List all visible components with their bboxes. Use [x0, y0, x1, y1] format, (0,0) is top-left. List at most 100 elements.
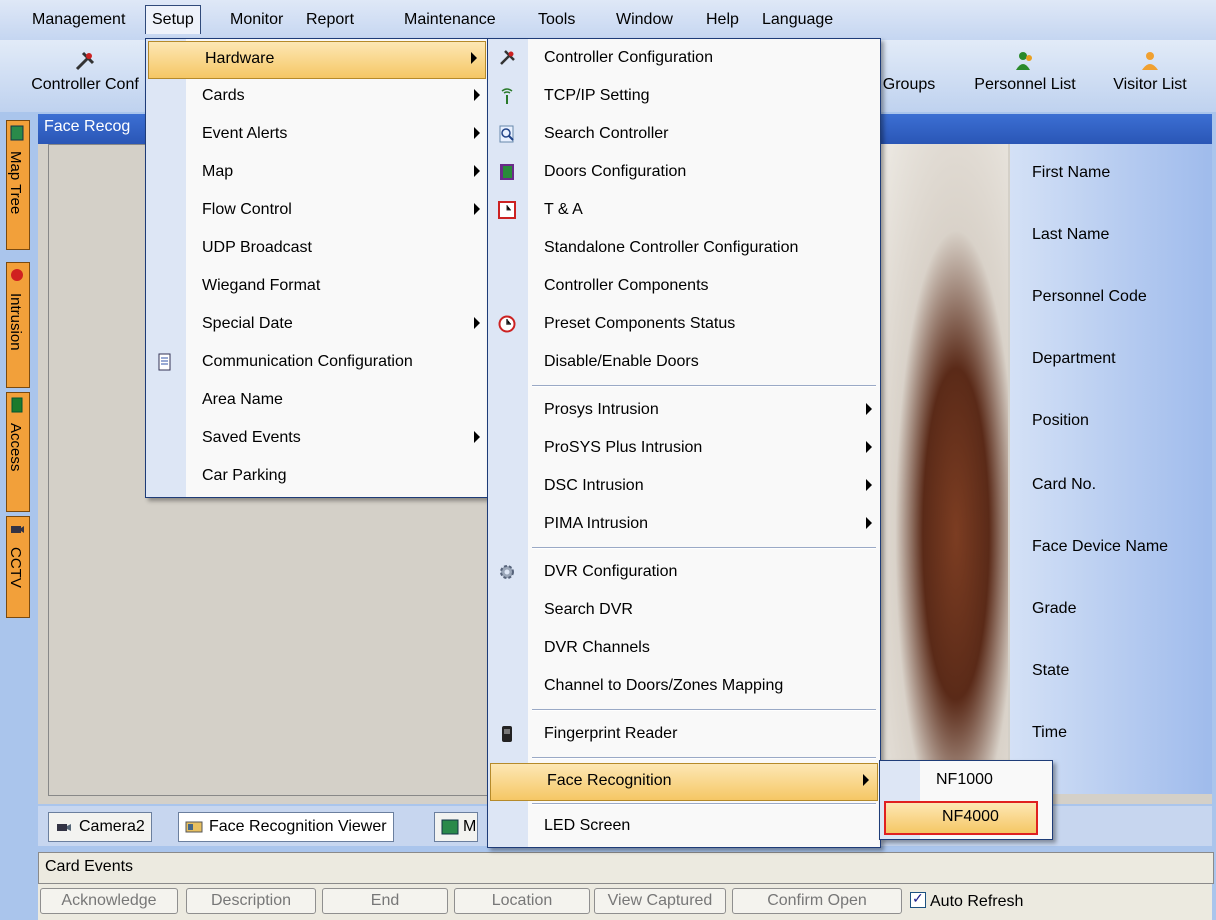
- card-events-title: Card Events: [45, 858, 134, 875]
- menu-setup[interactable]: Setup: [145, 5, 201, 34]
- setup-dropdown-menu: Hardware Cards Event Alerts Map Flow Con…: [145, 38, 489, 498]
- toolbar-label: Groups: [882, 76, 936, 93]
- submenu-arrow-icon: [474, 89, 480, 101]
- personnel-list-toolbar-button[interactable]: Personnel List: [960, 44, 1090, 108]
- menu-item-channel-to-doors-zones-mapping[interactable]: Channel to Doors/Zones Mapping: [488, 669, 880, 705]
- menu-item-label: Car Parking: [202, 467, 287, 484]
- confirm-open-button[interactable]: Confirm Open: [732, 888, 902, 914]
- menu-item-special-date[interactable]: Special Date: [146, 307, 488, 343]
- menu-tools[interactable]: Tools: [532, 6, 581, 34]
- menu-item-search-dvr[interactable]: Search DVR: [488, 593, 880, 629]
- menu-item-prosys-intrusion[interactable]: Prosys Intrusion: [488, 393, 880, 429]
- submenu-arrow-icon: [471, 52, 477, 64]
- menu-item-controller-components[interactable]: Controller Components: [488, 269, 880, 305]
- menu-item-event-alerts[interactable]: Event Alerts: [146, 117, 488, 153]
- location-button[interactable]: Location: [454, 888, 590, 914]
- auto-refresh-checkbox[interactable]: Auto Refresh: [910, 890, 1024, 911]
- left-tab-intrusion[interactable]: Intrusion: [6, 262, 30, 388]
- event-toolbar: Acknowledge Description End Location Vie…: [38, 884, 1212, 920]
- menu-help[interactable]: Help: [700, 6, 745, 34]
- menu-item-prosys-plus-intrusion[interactable]: ProSYS Plus Intrusion: [488, 431, 880, 467]
- menu-item-dvr-channels[interactable]: DVR Channels: [488, 631, 880, 667]
- menu-item-car-parking[interactable]: Car Parking: [146, 459, 488, 495]
- face-recognition-submenu: NF1000 NF4000: [879, 760, 1053, 840]
- menu-item-label: Special Date: [202, 315, 293, 332]
- menu-item-dsc-intrusion[interactable]: DSC Intrusion: [488, 469, 880, 505]
- tab-label: Face Recognition Viewer: [209, 818, 387, 835]
- hardware-submenu: Controller Configuration TCP/IP Setting …: [487, 38, 881, 848]
- menu-separator: [532, 709, 876, 711]
- submenu-arrow-icon: [866, 479, 872, 491]
- menu-item-preset-components-status[interactable]: Preset Components Status: [488, 307, 880, 343]
- menu-separator: [532, 757, 876, 759]
- menu-management[interactable]: Management: [26, 6, 131, 34]
- left-tab-map-tree[interactable]: Map Tree: [6, 120, 30, 250]
- tab-face-recognition-viewer[interactable]: Face Recognition Viewer: [178, 812, 394, 842]
- fingerprint-reader-icon: [502, 726, 512, 742]
- menu-item-wiegand-format[interactable]: Wiegand Format: [146, 269, 488, 305]
- menu-item-standalone-controller-configuration[interactable]: Standalone Controller Configuration: [488, 231, 880, 267]
- menu-item-udp-broadcast[interactable]: UDP Broadcast: [146, 231, 488, 267]
- menu-item-label: DSC Intrusion: [544, 477, 644, 494]
- left-tab-cctv[interactable]: CCTV: [6, 516, 30, 618]
- controller-config-toolbar-button[interactable]: Controller Conf: [20, 44, 150, 108]
- info-card-no: Card No.: [1032, 476, 1097, 493]
- menu-item-saved-events[interactable]: Saved Events: [146, 421, 488, 457]
- menu-item-map[interactable]: Map: [146, 155, 488, 191]
- description-button[interactable]: Description: [186, 888, 316, 914]
- menu-item-nf1000[interactable]: NF1000: [880, 763, 1052, 799]
- menu-item-controller-configuration[interactable]: Controller Configuration: [488, 41, 880, 77]
- menu-item-dvr-configuration[interactable]: DVR Configuration: [488, 555, 880, 591]
- menu-item-fingerprint-reader[interactable]: Fingerprint Reader: [488, 717, 880, 753]
- toolbar-label: Personnel List: [974, 76, 1076, 93]
- info-first-name: First Name: [1032, 164, 1111, 181]
- menu-item-face-recognition[interactable]: Face Recognition: [490, 763, 878, 801]
- alarm-icon: [11, 269, 23, 281]
- tab-label: M: [463, 818, 477, 835]
- menu-item-label: Face Recognition: [547, 772, 672, 789]
- view-captured-button[interactable]: View Captured: [594, 888, 726, 914]
- menu-item-label: LED Screen: [544, 817, 631, 834]
- menu-monitor[interactable]: Monitor: [224, 6, 289, 34]
- tab-camera2[interactable]: Camera2: [48, 812, 152, 842]
- menu-window[interactable]: Window: [610, 6, 679, 34]
- tab-map[interactable]: M: [434, 812, 478, 842]
- end-button[interactable]: End: [322, 888, 448, 914]
- menu-item-disable-enable-doors[interactable]: Disable/Enable Doors: [488, 345, 880, 381]
- menu-language[interactable]: Language: [756, 6, 839, 34]
- menu-item-doors-configuration[interactable]: Doors Configuration: [488, 155, 880, 191]
- menu-item-pima-intrusion[interactable]: PIMA Intrusion: [488, 507, 880, 543]
- gear-icon: [500, 565, 514, 579]
- clock-card-icon: [498, 201, 516, 219]
- menu-item-label: UDP Broadcast: [202, 239, 312, 256]
- acknowledge-button[interactable]: Acknowledge: [40, 888, 178, 914]
- menu-item-t-and-a[interactable]: T & A: [488, 193, 880, 229]
- tools-icon: [500, 50, 515, 65]
- menu-item-label: Cards: [202, 87, 245, 104]
- menu-item-cards[interactable]: Cards: [146, 79, 488, 115]
- menu-item-search-controller[interactable]: Search Controller: [488, 117, 880, 153]
- menu-item-area-name[interactable]: Area Name: [146, 383, 488, 419]
- menu-item-led-screen[interactable]: LED Screen: [488, 809, 880, 845]
- menu-maintenance[interactable]: Maintenance: [398, 6, 502, 34]
- menu-item-label: NF4000: [942, 808, 999, 825]
- menu-item-label: Area Name: [202, 391, 283, 408]
- groups-toolbar-button[interactable]: Groups: [876, 44, 942, 108]
- toolbar-label: Controller Conf: [31, 76, 139, 93]
- menu-item-tcpip-setting[interactable]: TCP/IP Setting: [488, 79, 880, 115]
- submenu-arrow-icon: [474, 127, 480, 139]
- submenu-arrow-icon: [474, 431, 480, 443]
- info-personnel-code: Personnel Code: [1032, 288, 1147, 305]
- menu-item-flow-control[interactable]: Flow Control: [146, 193, 488, 229]
- auto-refresh-label: Auto Refresh: [930, 893, 1024, 910]
- left-tab-access[interactable]: Access: [6, 392, 30, 512]
- menu-item-label: Search DVR: [544, 601, 633, 618]
- visitor-list-toolbar-button[interactable]: Visitor List: [1100, 44, 1200, 108]
- menu-report[interactable]: Report: [300, 6, 360, 34]
- window-title: Face Recog: [44, 118, 131, 135]
- camera-icon: [11, 526, 24, 533]
- menu-item-nf4000[interactable]: NF4000: [884, 801, 1038, 835]
- menu-item-hardware[interactable]: Hardware: [148, 41, 486, 79]
- toolbar-label: Visitor List: [1113, 76, 1187, 93]
- menu-item-communication-configuration[interactable]: Communication Configuration: [146, 345, 488, 381]
